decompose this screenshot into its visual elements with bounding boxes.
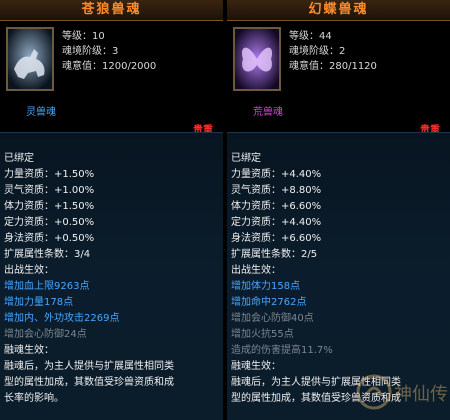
left-bound: 已绑定 [4,153,34,164]
left-title: 苍狼兽魂 [0,0,223,21]
right-bonus-inactive: 增加火抗55点 [231,329,294,340]
right-line: 出战生效： [231,265,281,276]
right-bound: 已绑定 [231,153,261,164]
left-line: 体力资质：+1.50% [4,201,95,212]
watermark-logo: 神仙传 [356,372,448,412]
right-level: 等级：44 [289,31,332,42]
left-level: 等级：10 [62,31,105,42]
left-soul-panel: 苍狼兽魂 等级：10 魂境阶级：3 魂意值：1200/2000 灵兽魂 贵重 已… [0,0,223,420]
wolf-soul-portrait-icon[interactable] [6,27,54,91]
left-line: 融魂生效： [4,345,54,356]
left-bonus: 增加内、外功攻击2269点 [4,313,120,324]
right-line: 身法资质：+6.60% [231,233,322,244]
left-details: 已绑定 力量资质：+1.50% 灵气资质：+1.00% 体力资质：+1.50% … [0,132,223,420]
left-realm: 魂境阶级：3 [62,46,119,57]
left-bonus: 增加血上限9263点 [4,281,90,292]
right-soul-panel: 幻蝶兽魂 等级：44 魂境阶级：2 魂意值：280/1120 荒兽魂 贵重 已绑… [227,0,450,420]
right-line: 定力资质：+4.40% [231,217,322,228]
soul-compare-window: 苍狼兽魂 等级：10 魂境阶级：3 魂意值：1200/2000 灵兽魂 贵重 已… [0,0,450,420]
right-title: 幻蝶兽魂 [227,0,450,21]
left-line: 灵气资质：+1.00% [4,185,95,196]
left-line: 长率的影响。 [4,393,64,404]
left-line: 融魂后，为主人提供与扩展属性相同类 [4,361,174,372]
right-line: 体力资质：+6.60% [231,201,322,212]
left-bonus-inactive: 增加会心防御24点 [4,329,87,340]
right-realm: 魂境阶级：2 [289,46,346,57]
left-line: 定力资质：+0.50% [4,217,95,228]
left-header: 等级：10 魂境阶级：3 魂意值：1200/2000 灵兽魂 贵重 [0,21,223,136]
watermark-text: 神仙传 [394,384,448,405]
right-line: 力量资质：+4.40% [231,169,322,180]
right-bonus-inactive: 造成的伤害提高11.7% [231,345,333,356]
left-line: 出战生效： [4,265,54,276]
right-soul-value: 魂意值：280/1120 [289,61,377,72]
left-line: 力量资质：+1.50% [4,169,95,180]
right-line: 灵气资质：+8.80% [231,185,322,196]
left-soul-type: 灵兽魂 [26,107,56,118]
left-line: 型的属性加成，其数值受珍兽资质和成 [4,377,174,388]
butterfly-soul-portrait-icon[interactable] [233,27,281,91]
right-soul-type: 荒兽魂 [253,107,283,118]
right-stats: 等级：44 魂境阶级：2 魂意值：280/1120 [289,29,377,74]
right-header: 等级：44 魂境阶级：2 魂意值：280/1120 荒兽魂 贵重 [227,21,450,136]
left-line: 身法资质：+0.50% [4,233,95,244]
right-line: 融魂生效： [231,361,281,372]
right-bonus-inactive: 增加会心防御40点 [231,313,314,324]
right-bonus: 增加命中2762点 [231,297,307,308]
left-bonus: 增加力量178点 [4,297,74,308]
right-bonus: 增加体力158点 [231,281,301,292]
left-line: 扩展属性条数：3/4 [4,249,91,260]
left-soul-value: 魂意值：1200/2000 [62,61,157,72]
right-line: 扩展属性条数：2/5 [231,249,318,260]
left-stats: 等级：10 魂境阶级：3 魂意值：1200/2000 [62,29,156,74]
